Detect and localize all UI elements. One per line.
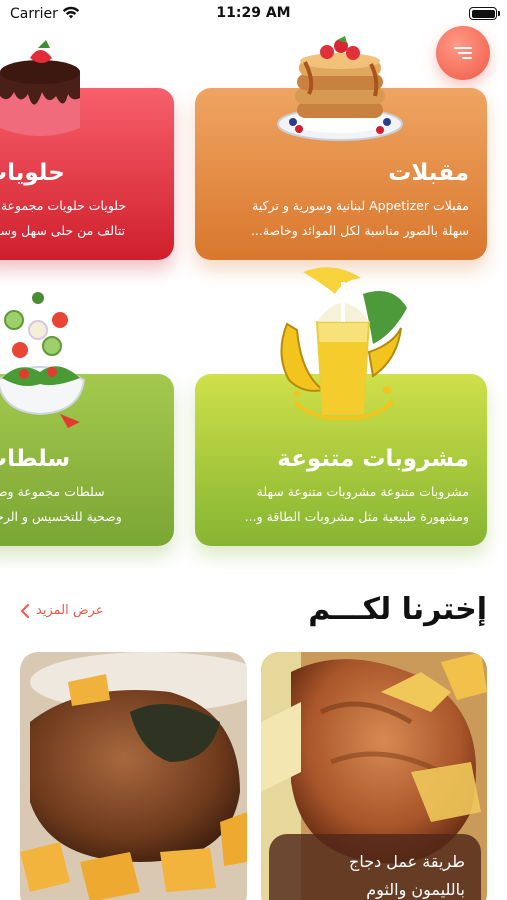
featured-section-title: إخترنا لكـــم — [308, 592, 487, 627]
category-title: سلطات — [0, 446, 71, 472]
category-card-desserts[interactable]: حلويات حلويات حلويات مجموعة فر تتالف من … — [0, 40, 174, 260]
featured-title-text: إخترنا لكـــم — [308, 592, 487, 627]
category-title: مقبلات — [388, 160, 469, 186]
category-card-drinks[interactable]: مشروبات متنوعة مشروبات متنوعة مشروبات مت… — [195, 267, 487, 546]
category-desc-line2: وصحية للتخسيس و الرجيم — [0, 509, 122, 524]
category-desc-line2: تتالف من حلى سهل وسري — [0, 223, 126, 238]
recipe-card[interactable]: طريقة عمل دجاج بالليمون والثوم — [261, 652, 487, 900]
salad-image — [0, 292, 86, 428]
juice-image — [280, 267, 407, 421]
category-desc-line2: سهلة بالصور مناسبة لكل الموائد وخاصة... — [250, 223, 469, 238]
battery-icon — [469, 7, 500, 20]
recipe-title-line1: طريقة عمل دجاج — [349, 852, 465, 871]
category-card-appetizers[interactable]: مقبلات مقبلات Appetizer لبنانية وسورية و… — [195, 36, 487, 260]
see-more-label: عرض المزيد — [36, 603, 104, 618]
category-desc-line2: ومشهورة طبيعية مثل مشروبات الطاقة و... — [244, 509, 469, 524]
menu-button[interactable] — [436, 26, 490, 80]
clock: 11:29 AM — [216, 5, 291, 21]
chevron-left-icon — [20, 603, 29, 618]
status-bar: Carrier 11:29 AM — [0, 0, 507, 30]
category-card-salads[interactable]: سلطات سلطات مجموعة وصف وصحية للتخسيس و ا… — [0, 292, 174, 546]
recipe-caption: طريقة عمل دجاج بالليمون والثوم — [269, 834, 481, 900]
recipe-title-line2: بالليمون والثوم — [366, 880, 465, 899]
pancakes-image — [277, 36, 403, 141]
cake-image — [0, 40, 80, 136]
menu-icon — [454, 44, 472, 62]
stuffed-chicken-photo — [20, 652, 247, 900]
category-title: حلويات — [0, 160, 65, 186]
see-more-link[interactable]: عرض المزيد — [20, 603, 103, 618]
recipe-card[interactable] — [20, 652, 247, 900]
category-title: مشروبات متنوعة — [277, 446, 469, 472]
